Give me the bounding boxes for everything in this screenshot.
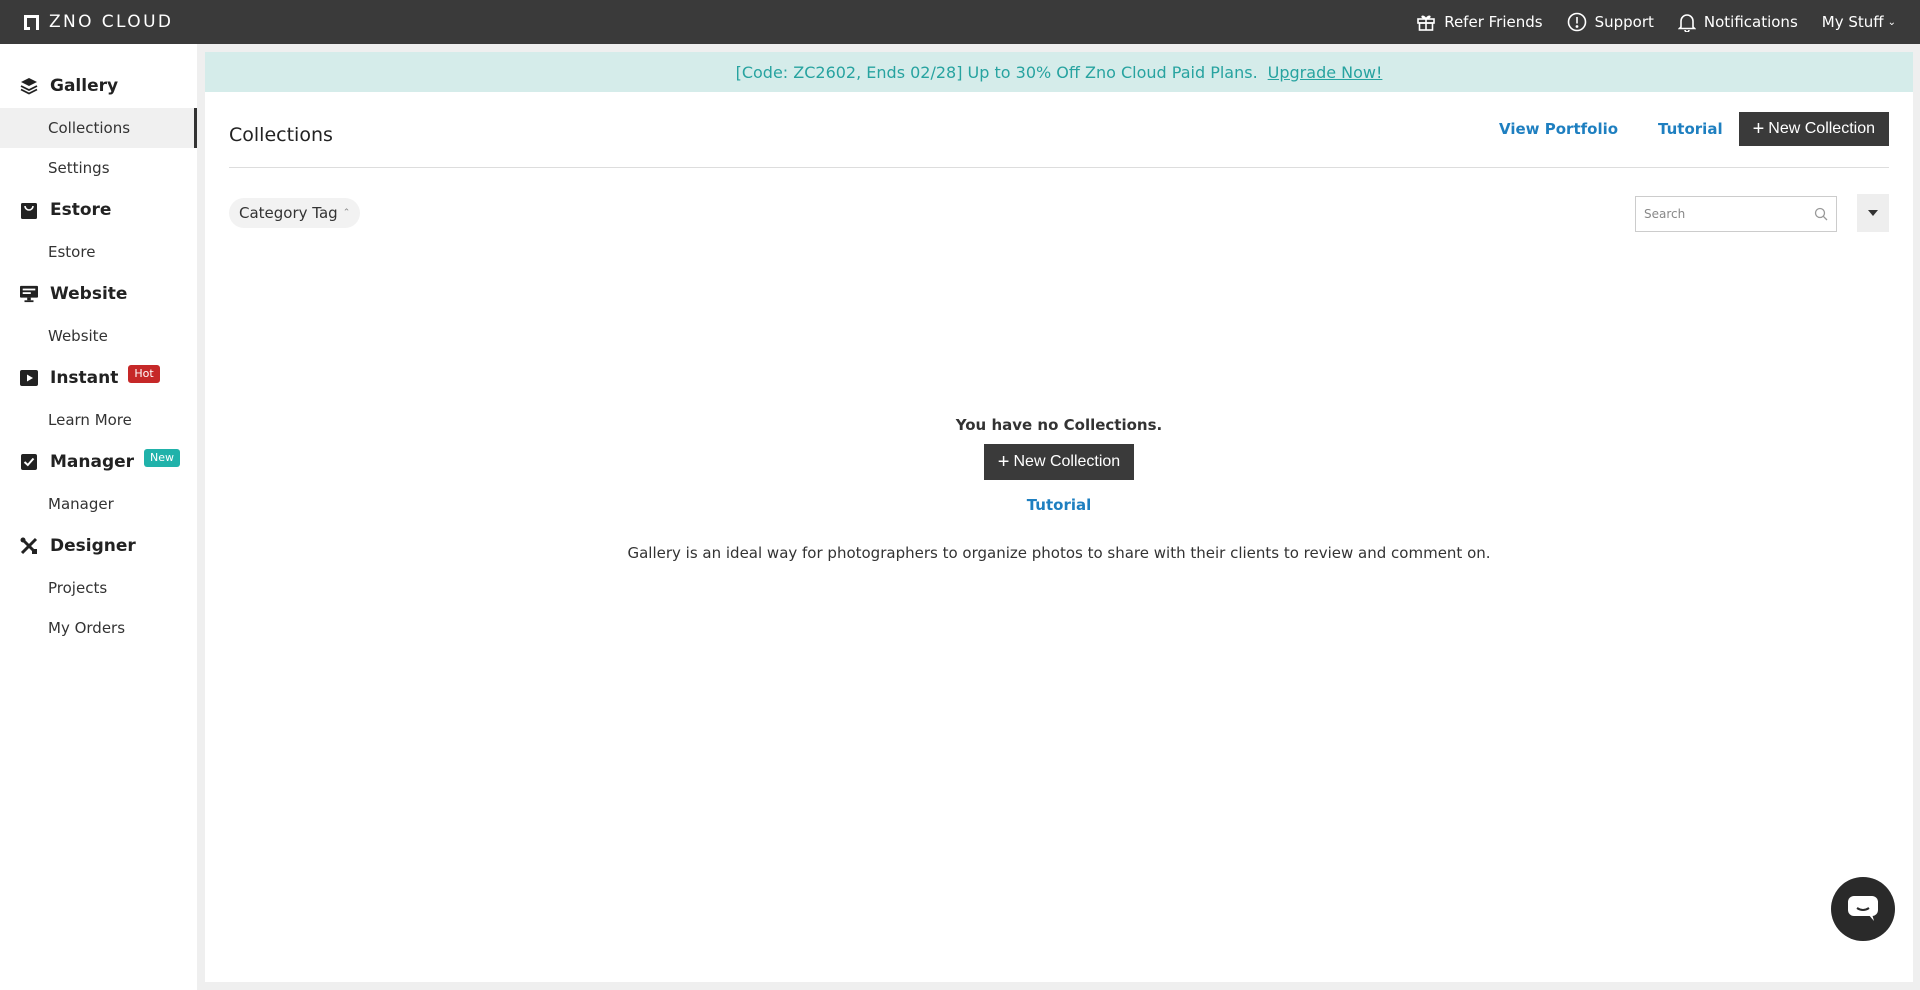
sidebar-item-settings[interactable]: Settings [0, 148, 197, 188]
sidebar-item-learn-more[interactable]: Learn More [0, 400, 197, 440]
search-box [1635, 196, 1837, 232]
logo-text: ZNO CLOUD [49, 12, 174, 32]
caret-up-icon: ⌃ [342, 208, 351, 218]
top-nav: Refer Friends Support Notifications My S… [1392, 0, 1896, 44]
chat-button[interactable] [1831, 877, 1895, 941]
sidebar-section-title: Designer [50, 536, 136, 556]
page-title: Collections [229, 124, 333, 146]
sidebar-item-projects[interactable]: Projects [0, 568, 197, 608]
chat-bubble-icon [1848, 896, 1878, 921]
sidebar-section-gallery[interactable]: Gallery [0, 64, 197, 108]
sidebar-item-my-orders[interactable]: My Orders [0, 608, 197, 648]
filter-bar: Category Tag ⌃ [229, 192, 1889, 232]
sidebar-item-collections[interactable]: Collections [0, 108, 197, 148]
sidebar-section-title: Gallery [50, 76, 119, 96]
refer-friends-link[interactable]: Refer Friends [1416, 12, 1543, 32]
tutorial-link[interactable]: Tutorial [1658, 120, 1723, 138]
sidebar-section-manager[interactable]: Manager New [0, 440, 197, 484]
plus-icon: + [997, 451, 1010, 473]
view-options-dropdown[interactable] [1857, 194, 1889, 232]
my-stuff-menu[interactable]: My Stuff ⌄ [1822, 13, 1896, 31]
alert-circle-icon [1567, 12, 1586, 32]
chevron-down-icon: ⌄ [1887, 16, 1896, 28]
empty-state: You have no Collections. + New Collectio… [205, 416, 1913, 562]
sidebar-item-website[interactable]: Website [0, 316, 197, 356]
my-stuff-label: My Stuff [1821, 13, 1884, 31]
sidebar-section-website[interactable]: Website [0, 272, 197, 316]
empty-message: You have no Collections. [955, 416, 1163, 434]
support-link[interactable]: Support [1567, 12, 1654, 32]
sidebar-item-manager[interactable]: Manager [0, 484, 197, 524]
video-icon [20, 369, 38, 387]
sidebar: Gallery Collections Settings Estore Esto… [0, 44, 197, 990]
support-label: Support [1594, 13, 1654, 31]
notifications-label: Notifications [1703, 13, 1798, 31]
hot-badge: Hot [128, 365, 160, 383]
new-collection-button[interactable]: + New Collection [1738, 112, 1889, 146]
plus-icon: + [1752, 118, 1765, 140]
new-collection-label: New Collection [1013, 453, 1121, 470]
notifications-link[interactable]: Notifications [1677, 12, 1798, 32]
sidebar-item-estore[interactable]: Estore [0, 232, 197, 272]
new-badge: New [144, 449, 181, 467]
sidebar-section-title: Website [50, 284, 128, 304]
category-tag-label: Category Tag [239, 204, 338, 222]
logo-mark-icon [24, 14, 39, 30]
empty-tutorial-link[interactable]: Tutorial [205, 496, 1913, 514]
sidebar-section-estore[interactable]: Estore [0, 188, 197, 232]
sidebar-section-title: Instant [50, 368, 119, 388]
page-header: Collections View Portfolio Tutorial + Ne… [229, 92, 1889, 168]
store-icon [20, 201, 38, 219]
sidebar-section-designer[interactable]: Designer [0, 524, 197, 568]
view-portfolio-link[interactable]: View Portfolio [1499, 120, 1618, 138]
promo-banner: [Code: ZC2602, Ends 02/28] Up to 30% Off… [205, 52, 1913, 92]
promo-text: [Code: ZC2602, Ends 02/28] Up to 30% Off… [735, 62, 1258, 82]
sidebar-section-title: Manager [50, 452, 135, 472]
monitor-icon [20, 285, 38, 303]
empty-description: Gallery is an ideal way for photographer… [627, 544, 1491, 562]
sidebar-section-instant[interactable]: Instant Hot [0, 356, 197, 400]
checkbox-icon [20, 453, 38, 471]
refer-friends-label: Refer Friends [1444, 13, 1543, 31]
tools-icon [20, 537, 38, 555]
layers-icon [20, 77, 38, 95]
main-panel: [Code: ZC2602, Ends 02/28] Up to 30% Off… [205, 52, 1913, 982]
bell-icon [1677, 14, 1696, 32]
header-actions: View Portfolio Tutorial + New Collection [1499, 112, 1889, 146]
search-icon[interactable] [1814, 207, 1828, 221]
sidebar-section-title: Estore [50, 200, 112, 220]
search-input[interactable] [1644, 207, 1804, 221]
caret-down-icon [1868, 210, 1878, 216]
empty-new-collection-button[interactable]: + New Collection [983, 444, 1135, 480]
zno-cloud-logo[interactable]: ZNO CLOUD [24, 12, 173, 32]
category-tag-filter[interactable]: Category Tag ⌃ [229, 198, 361, 228]
new-collection-label: New Collection [1768, 120, 1875, 137]
gift-icon [1417, 15, 1436, 31]
top-bar: ZNO CLOUD Refer Friends Support Notifica… [0, 0, 1920, 44]
upgrade-now-link[interactable]: Upgrade Now! [1268, 63, 1383, 82]
